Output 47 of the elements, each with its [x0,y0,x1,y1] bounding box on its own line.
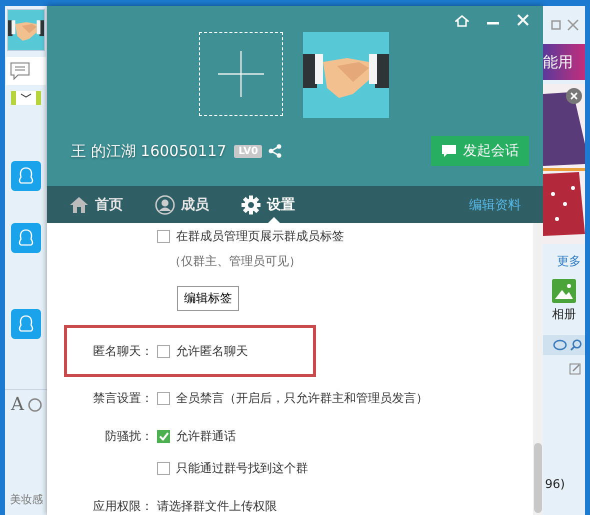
message-preview: 美妆感 [9,492,43,507]
permission-text: 请选择群文件上传权限 [157,498,277,514]
checkbox[interactable] [157,230,170,242]
checkbox[interactable] [157,344,170,358]
home-icon [69,196,89,214]
scrollbar[interactable] [533,223,543,515]
group-name: 王 的江湖 160050117 [71,142,226,160]
checkbox[interactable] [157,392,170,404]
checkbox-label: 全员禁言（开启后，只允许群主和管理员发言） [176,390,428,406]
checkbox-label: 在群成员管理页展示群成员标签 [176,228,344,244]
edit-icon[interactable] [569,363,581,375]
person-icon [155,194,175,214]
checkbox[interactable] [157,430,170,442]
checkbox-label: 允许匿名聊天 [176,342,248,360]
note-text: （仅群主、管理员可见） [168,253,302,270]
photo-icon [552,279,576,303]
font-button[interactable]: A [11,394,24,415]
setting-label: 匿名聊天： [92,342,154,360]
add-avatar-button[interactable] [199,32,283,116]
setting-label: 防骚扰： [104,428,154,444]
nav-tab[interactable]: 成员 [151,186,213,223]
close-icon[interactable] [517,14,529,28]
emoji-icon[interactable] [28,398,42,412]
album-button[interactable]: 相册 [552,279,576,323]
partial-text: 96) [544,477,566,491]
chat-icon [441,144,457,158]
checkbox-label: 只能通过群号找到这个群 [176,460,308,476]
checkbox-label: 允许群通话 [176,428,236,444]
plus-icon [218,51,264,97]
nav-tab[interactable]: 首页 [65,186,127,223]
setting-label: 禁言设置： [92,390,154,406]
chat-icon[interactable] [553,339,567,351]
maximize-icon[interactable] [551,20,561,30]
search-icon[interactable] [570,339,582,351]
chat-icon [9,61,31,81]
share-icon[interactable] [268,144,282,158]
penguin-icon[interactable] [11,309,41,339]
edit-tags-button[interactable]: 编辑标签 [177,286,239,311]
edit-profile-link[interactable]: 编辑资料 [463,194,527,214]
ad-banner[interactable]: 能用 [543,44,585,80]
settings-icon [241,194,261,214]
penguin-icon[interactable] [11,161,41,191]
chat-tab[interactable] [6,57,46,85]
setting-label: 应用权限： [92,498,154,514]
more-link[interactable]: 更多 [551,252,585,271]
checkbox[interactable] [157,462,170,474]
penguin-icon[interactable] [11,223,41,253]
